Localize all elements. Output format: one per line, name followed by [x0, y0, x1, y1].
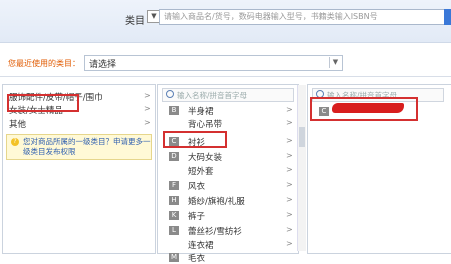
chevron-right-icon: > [286, 180, 293, 189]
chevron-right-icon: > [144, 118, 151, 127]
permission-tip: ? 您对商品所属的一级类目？申请更多一级类目发布权限 [6, 134, 152, 160]
subcategory-item[interactable]: 大码女装 [188, 151, 222, 163]
chevron-right-icon: > [286, 239, 293, 248]
category-column-level2: 输入名称/拼音首字母 B 半身裙 > 背心吊带 > C 衬衫 > D 大码女装 … [157, 84, 299, 264]
subcategory-item[interactable]: 婚纱/旗袍/礼服 [188, 195, 245, 207]
index-letter: F [169, 181, 179, 190]
search-button[interactable] [444, 9, 451, 25]
index-letter: L [169, 226, 179, 235]
chevron-right-icon: > [286, 165, 293, 174]
index-letter: K [169, 211, 179, 220]
subcategory-item[interactable]: 裤子 [188, 210, 205, 222]
subcategory-item[interactable]: 毛衣 [188, 252, 205, 264]
index-letter: M [169, 253, 179, 262]
highlight-box [7, 94, 79, 112]
highlight-box [310, 97, 418, 121]
subcategory-item[interactable]: 风衣 [188, 180, 205, 192]
category-item[interactable]: 其他 [9, 118, 26, 130]
chevron-right-icon: > [144, 91, 151, 100]
index-letter: D [169, 152, 179, 161]
chevron-right-icon: > [286, 151, 293, 160]
highlight-box [163, 131, 227, 148]
category-label: 类目 [125, 16, 145, 27]
subcategory-item[interactable]: 半身裙 [188, 105, 214, 117]
permission-tip-link[interactable]: 您对商品所属的一级类目？申请更多一级类目发布权限 [23, 137, 151, 157]
subcategory-item[interactable]: 连衣裙 [188, 239, 214, 251]
recent-category-value: 请选择 [89, 60, 117, 70]
chevron-right-icon: > [286, 136, 293, 145]
column-search-placeholder: 输入名称/拼音首字母 [177, 91, 248, 100]
search-icon [166, 90, 174, 98]
scrollbar-thumb[interactable] [299, 127, 305, 147]
chevron-right-icon: > [286, 105, 293, 114]
product-search-input[interactable]: 请输入商品名/货号，数码电器输入型号，书籍类输入ISBN号 [159, 9, 449, 25]
subcategory-item[interactable]: 蕾丝衫/雪纺衫 [188, 225, 242, 237]
subcategory-item[interactable]: 背心吊带 [188, 118, 222, 130]
recent-category-select[interactable]: 请选择 ▼ [84, 55, 343, 71]
divider [0, 76, 451, 77]
chevron-right-icon: > [144, 104, 151, 113]
column-search-input[interactable]: 输入名称/拼音首字母 [162, 88, 294, 102]
chevron-right-icon: > [286, 195, 293, 204]
chevron-right-icon: > [286, 210, 293, 219]
chevron-right-icon: > [286, 225, 293, 234]
question-icon: ? [11, 138, 19, 146]
scrollbar[interactable] [297, 85, 306, 251]
subcategory-item[interactable]: 短外套 [188, 165, 214, 177]
index-letter: B [169, 106, 179, 115]
chevron-right-icon: > [286, 118, 293, 127]
index-letter: H [169, 196, 179, 205]
chevron-down-icon[interactable]: ▼ [329, 57, 341, 68]
recent-category-label: 您最近使用的类目： [8, 59, 80, 68]
